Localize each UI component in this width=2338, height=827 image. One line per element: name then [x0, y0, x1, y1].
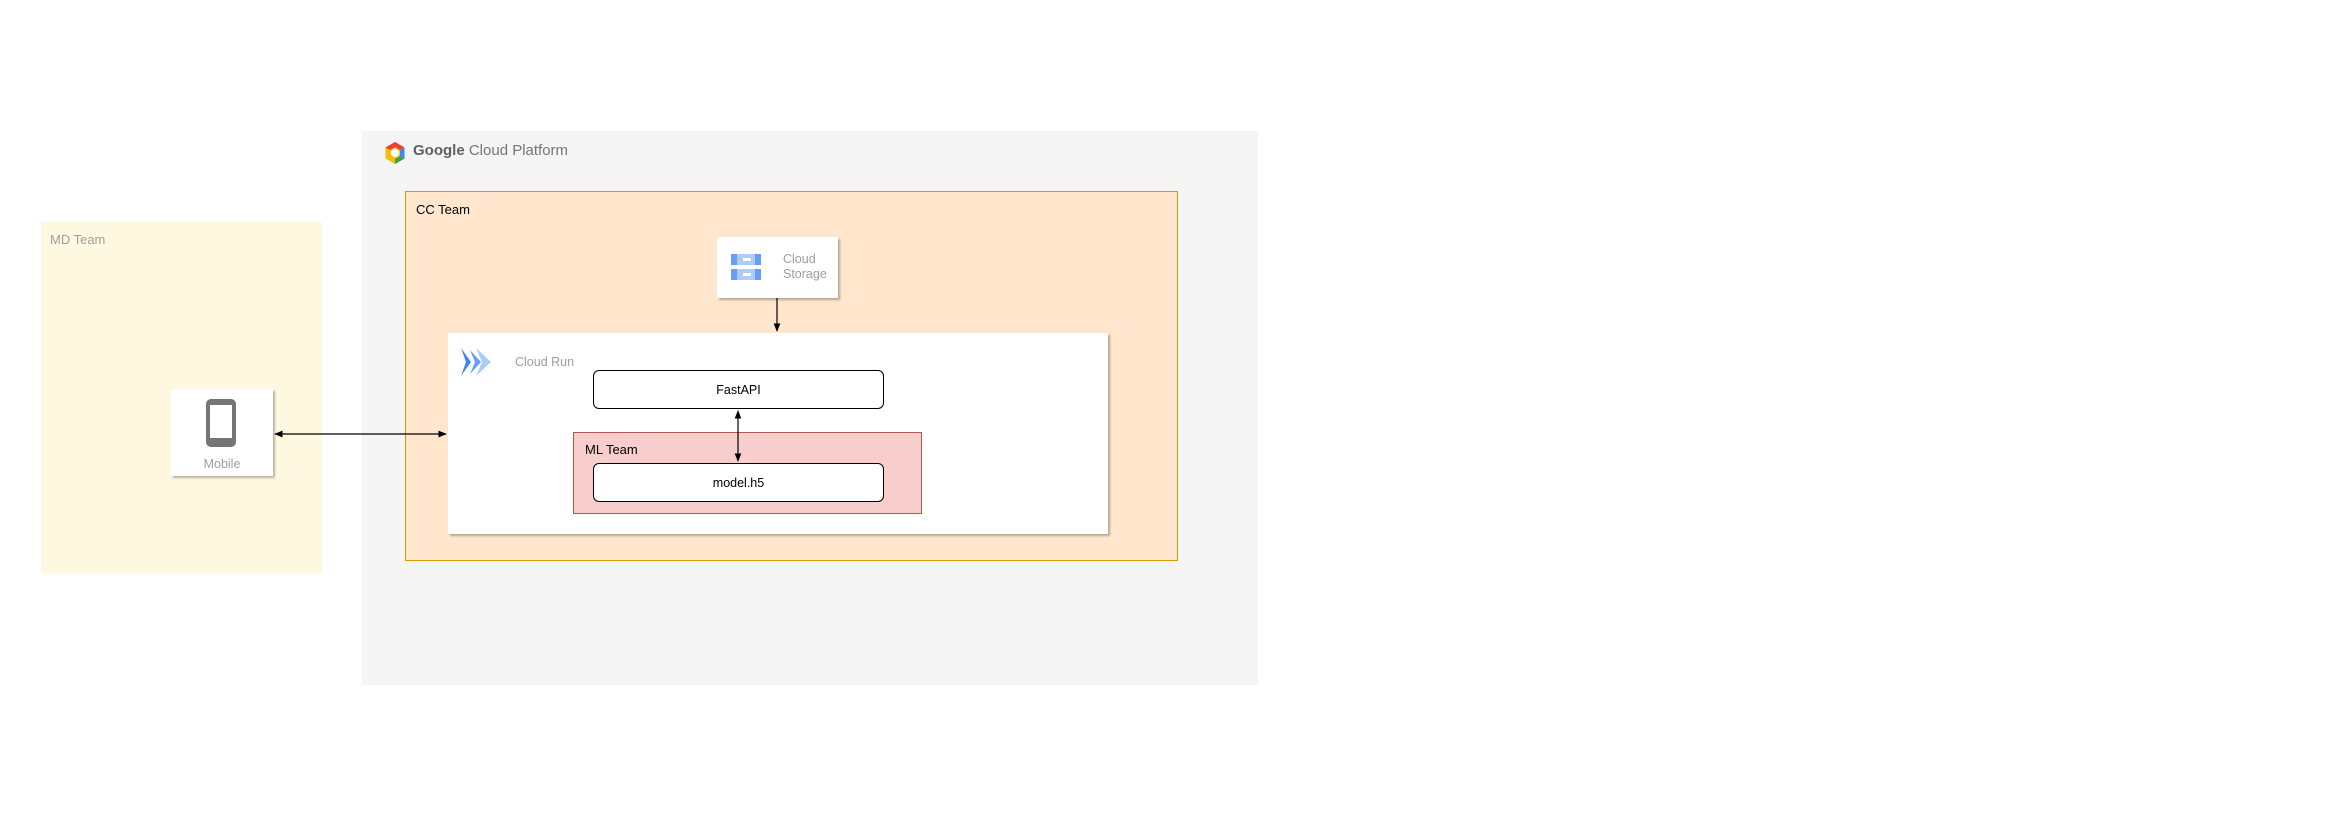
gcp-logo-icon	[385, 142, 405, 164]
cloud-storage-node[interactable]: Cloud Storage	[717, 237, 838, 298]
mobile-phone-icon	[206, 399, 236, 447]
mobile-label: Mobile	[203, 457, 241, 471]
cloud-run-icon	[461, 348, 491, 376]
cc-team-label: CC Team	[416, 202, 470, 217]
mobile-node[interactable]: Mobile	[171, 389, 273, 476]
cloud-storage-icon	[731, 254, 761, 280]
fastapi-node[interactable]: FastAPI	[593, 370, 884, 409]
gcp-title: Google Cloud Platform	[413, 142, 568, 159]
gcp-brand: Google	[413, 142, 465, 159]
gcp-product: Cloud Platform	[468, 142, 569, 159]
model-node[interactable]: model.h5	[593, 463, 884, 502]
cloud-run-label: Cloud Run	[515, 355, 575, 369]
md-team-label: MD Team	[50, 232, 106, 247]
ml-team-label: ML Team	[585, 442, 638, 457]
cloud-storage-label: Cloud Storage	[783, 252, 827, 281]
model-label: model.h5	[712, 475, 765, 490]
fastapi-label: FastAPI	[716, 382, 761, 397]
